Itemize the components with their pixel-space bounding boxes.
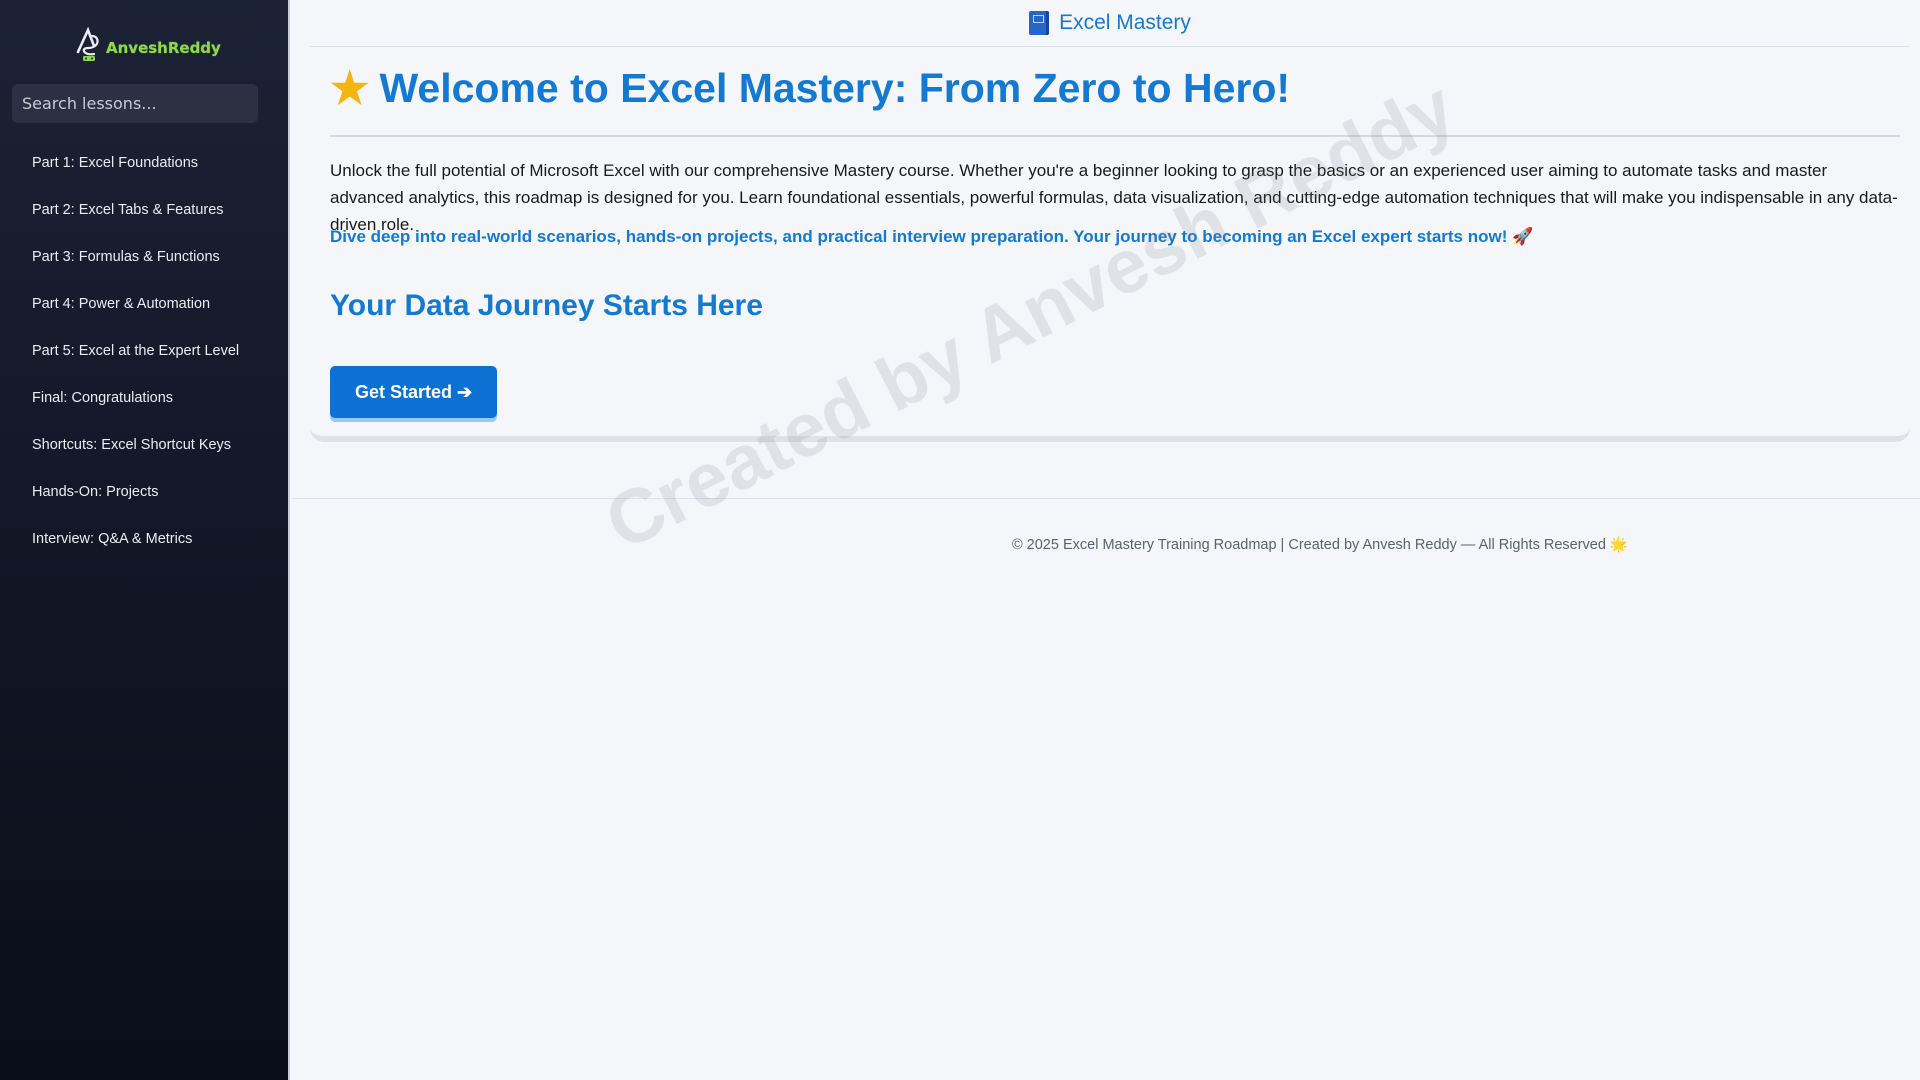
- sidebar-item-final[interactable]: Final: Congratulations: [0, 375, 288, 422]
- sidebar: AnveshReddy Part 1: Excel Foundations Pa…: [0, 0, 290, 1080]
- sidebar-item-part-3[interactable]: Part 3: Formulas & Functions: [0, 234, 288, 281]
- main-content: Excel Mastery ★ Welcome to Excel Mastery…: [292, 0, 1920, 1080]
- intro-paragraph: Unlock the full potential of Microsoft E…: [330, 161, 1898, 234]
- footer-text: © 2025 Excel Mastery Training Roadmap | …: [1011, 537, 1628, 553]
- logo-text: AnveshReddy: [106, 39, 221, 57]
- hero-card: ★ Welcome to Excel Mastery: From Zero to…: [310, 47, 1910, 442]
- sidebar-nav: Part 1: Excel Foundations Part 2: Excel …: [0, 140, 288, 563]
- highlight-paragraph: Dive deep into real-world scenarios, han…: [330, 227, 1534, 246]
- header-title: Excel Mastery: [1059, 11, 1191, 34]
- footer-divider: [292, 498, 1920, 499]
- divider: [330, 135, 1900, 137]
- brand-logo[interactable]: AnveshReddy: [74, 25, 221, 65]
- header-title-group: Excel Mastery: [1029, 11, 1191, 35]
- hero-title-text: Welcome to Excel Mastery: From Zero to H…: [379, 65, 1291, 111]
- sidebar-item-part-2[interactable]: Part 2: Excel Tabs & Features: [0, 187, 288, 234]
- sidebar-item-part-1[interactable]: Part 1: Excel Foundations: [0, 140, 288, 187]
- anvesh-logo-icon: [76, 26, 99, 61]
- star-icon: ★: [330, 63, 370, 113]
- section-subheading: Your Data Journey Starts Here: [330, 289, 763, 322]
- sidebar-item-interview[interactable]: Interview: Q&A & Metrics: [0, 516, 288, 563]
- sidebar-item-projects[interactable]: Hands-On: Projects: [0, 469, 288, 516]
- search-input[interactable]: [12, 84, 258, 123]
- hero-heading: ★ Welcome to Excel Mastery: From Zero to…: [330, 65, 1290, 112]
- sidebar-item-part-5[interactable]: Part 5: Excel at the Expert Level: [0, 328, 288, 375]
- book-icon: [1029, 11, 1050, 35]
- top-header: Excel Mastery: [310, 0, 1910, 47]
- get-started-button[interactable]: Get Started ➔: [330, 366, 497, 418]
- sidebar-item-shortcuts[interactable]: Shortcuts: Excel Shortcut Keys: [0, 422, 288, 469]
- sidebar-item-part-4[interactable]: Part 4: Power & Automation: [0, 281, 288, 328]
